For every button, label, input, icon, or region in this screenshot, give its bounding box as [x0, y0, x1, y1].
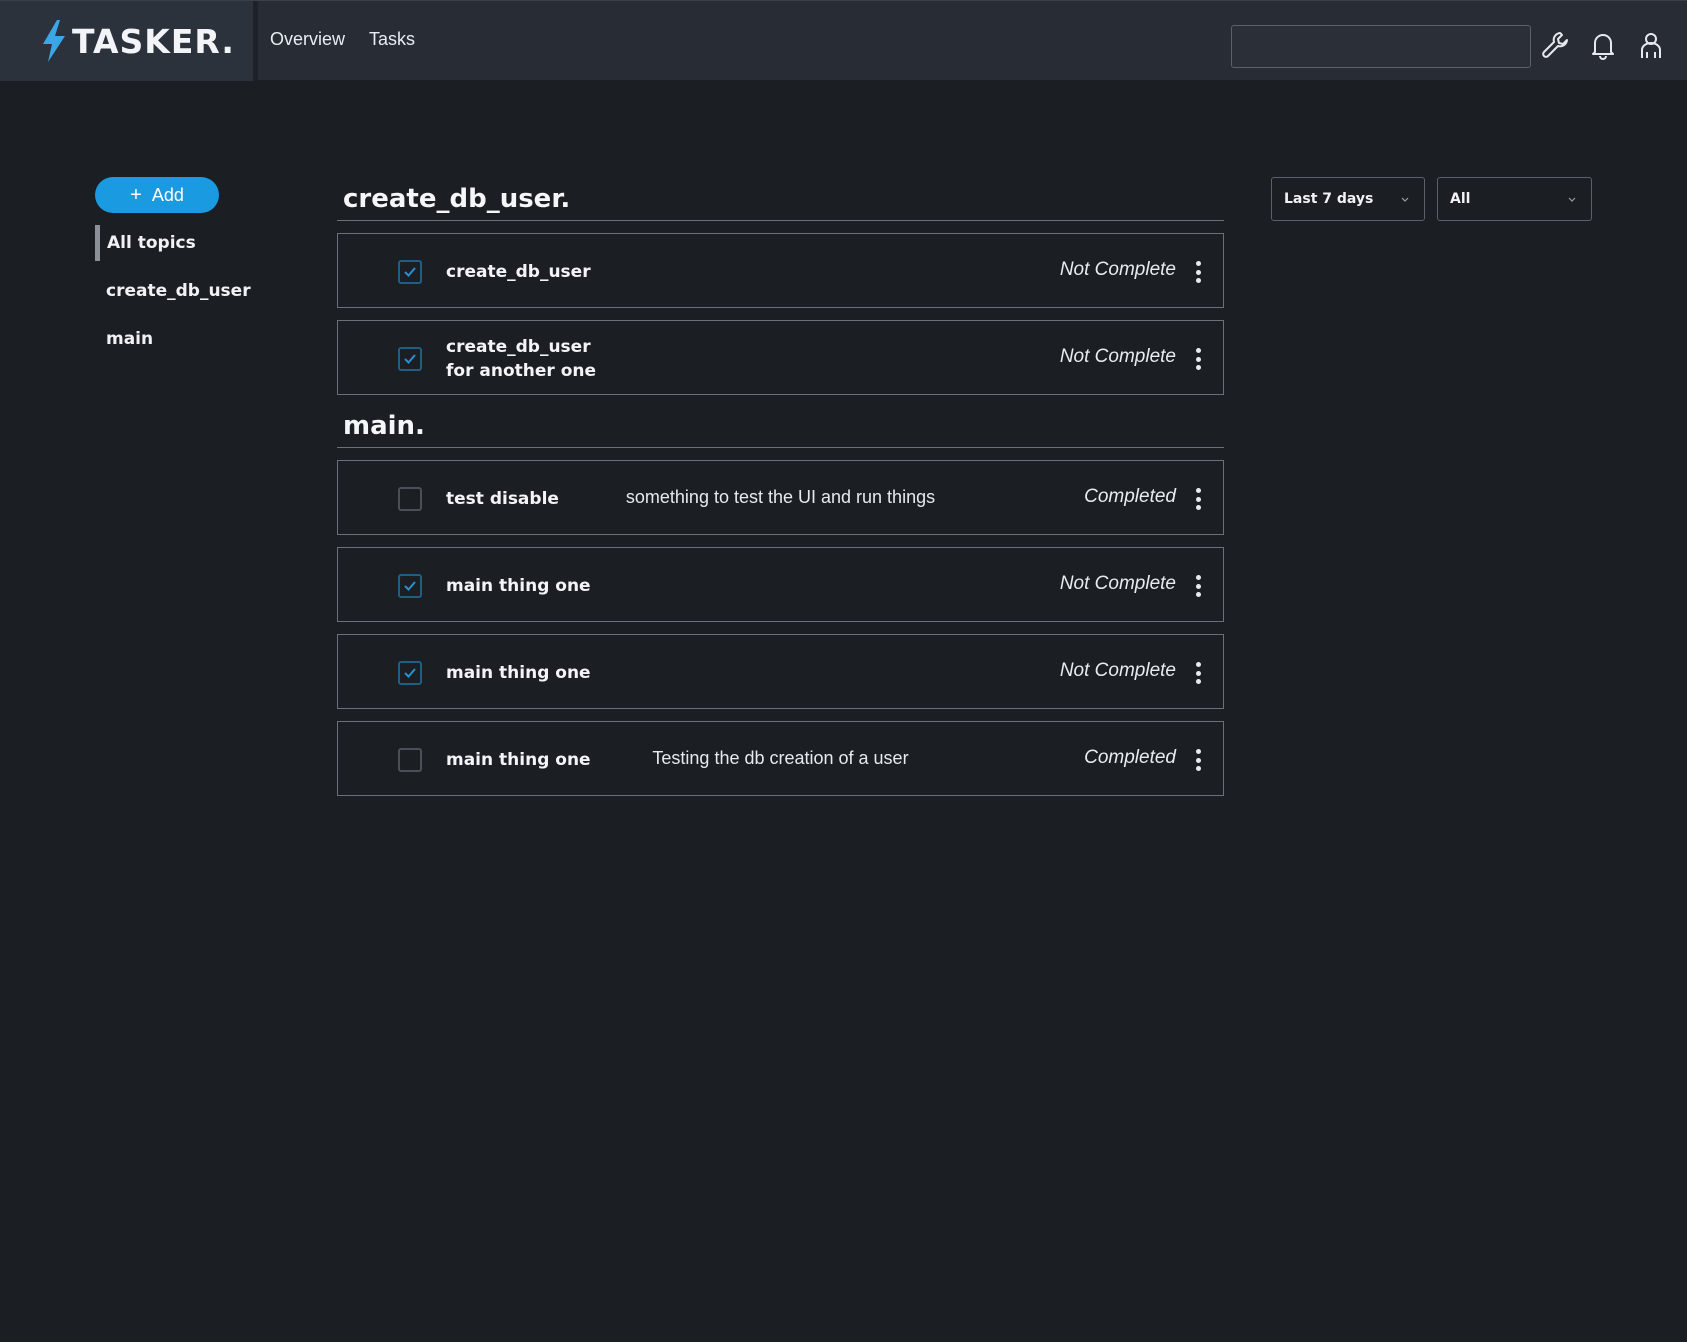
task-name: create_db_user [446, 234, 591, 309]
status-filter-select[interactable]: All [1437, 177, 1592, 221]
task-status: Completed [1084, 486, 1176, 507]
task-name-line: main thing one [446, 749, 591, 770]
wrench-icon[interactable] [1539, 29, 1571, 61]
checkmark-icon [404, 581, 416, 591]
checkmark-icon [404, 354, 416, 364]
date-range-select[interactable]: Last 7 days [1271, 177, 1425, 221]
logo-divider [253, 1, 258, 81]
logo-area: TASKER. [0, 1, 253, 81]
task-name-line: main thing one [446, 662, 591, 683]
task-name: main thing one [446, 635, 591, 710]
search-input[interactable] [1231, 25, 1531, 68]
task-status: Not Complete [1059, 660, 1176, 681]
task-name: main thing one [446, 722, 591, 797]
task-status: Completed [1084, 747, 1176, 768]
date-range-value: Last 7 days [1284, 191, 1374, 207]
task-name: main thing one [446, 548, 591, 623]
group-title: main. [337, 407, 1224, 448]
task-row[interactable]: main thing one Testing the db creation o… [337, 721, 1224, 796]
task-name-line: test disable [446, 488, 559, 509]
sidebar-item-label: create_db_user [106, 281, 251, 301]
task-checkbox[interactable] [398, 661, 422, 685]
sidebar-item-main[interactable]: main [95, 321, 295, 357]
more-options-icon[interactable] [1193, 486, 1203, 512]
task-row[interactable]: create_db_user for another one Not Compl… [337, 320, 1224, 395]
task-name: test disable [446, 461, 559, 536]
sidebar-item-all-topics[interactable]: All topics [95, 225, 295, 261]
add-button-label: Add [151, 184, 184, 205]
nav-overview[interactable]: Overview [270, 29, 345, 50]
top-bar: TASKER. Overview Tasks [0, 0, 1687, 81]
chevron-down-icon [1401, 197, 1409, 202]
task-checkbox[interactable] [398, 574, 422, 598]
sidebar-item-label: All topics [107, 233, 196, 253]
task-row[interactable]: create_db_user Not Complete [337, 233, 1224, 308]
sidebar-item-create-db-user[interactable]: create_db_user [95, 273, 295, 309]
more-options-icon[interactable] [1193, 259, 1203, 285]
topic-sidebar: All topics create_db_user main [95, 225, 295, 369]
task-checkbox[interactable] [398, 487, 422, 511]
task-row[interactable]: main thing one Not Complete [337, 634, 1224, 709]
more-options-icon[interactable] [1193, 573, 1203, 599]
task-status: Not Complete [1059, 259, 1176, 280]
more-options-icon[interactable] [1193, 660, 1203, 686]
task-checkbox[interactable] [398, 748, 422, 772]
more-options-icon[interactable] [1193, 346, 1203, 372]
checkmark-icon [404, 668, 416, 678]
plus-icon: + [130, 184, 142, 206]
user-icon[interactable] [1635, 29, 1667, 61]
add-button[interactable]: + Add [95, 177, 219, 213]
nav-tasks[interactable]: Tasks [369, 29, 415, 50]
group-title: create_db_user. [337, 180, 1224, 221]
task-checkbox[interactable] [398, 260, 422, 284]
chevron-down-icon [1568, 197, 1576, 202]
app-name: TASKER. [72, 21, 235, 61]
lightning-bolt-icon [43, 20, 65, 62]
sidebar-item-label: main [106, 329, 154, 349]
task-name-line: create_db_user [446, 261, 591, 282]
status-filter-value: All [1450, 191, 1471, 207]
task-status: Not Complete [1059, 346, 1176, 367]
task-name-line: main thing one [446, 575, 591, 596]
main-nav: Overview Tasks [270, 29, 415, 50]
checkmark-icon [404, 267, 416, 277]
task-row[interactable]: test disable something to test the UI an… [337, 460, 1224, 535]
task-checkbox[interactable] [398, 347, 422, 371]
task-row[interactable]: main thing one Not Complete [337, 547, 1224, 622]
bell-icon[interactable] [1587, 29, 1619, 61]
task-name-line: for another one [446, 360, 597, 381]
task-name: create_db_user for another one [446, 321, 596, 396]
logo[interactable]: TASKER. [40, 19, 235, 63]
task-name-line: create_db_user [446, 336, 591, 357]
more-options-icon[interactable] [1193, 747, 1203, 773]
task-list: create_db_user. create_db_user Not Compl… [337, 180, 1224, 808]
task-status: Not Complete [1059, 573, 1176, 594]
